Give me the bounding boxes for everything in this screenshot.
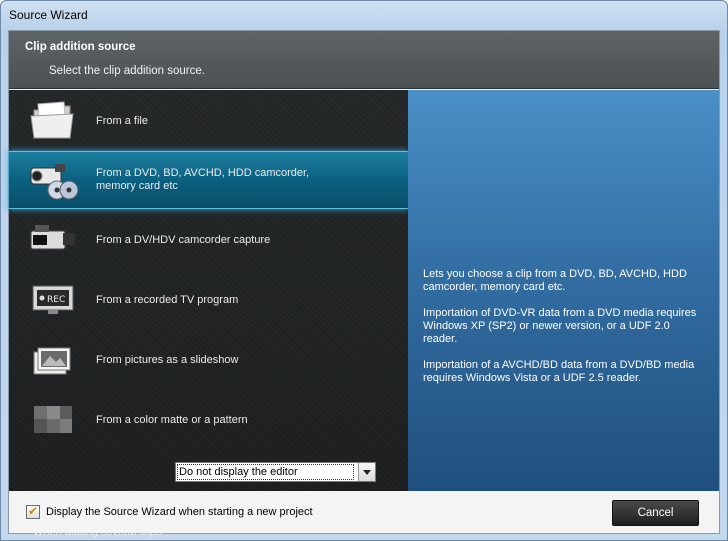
dv-camcorder-icon (27, 218, 79, 262)
header-subtitle: Select the clip addition source. (49, 65, 205, 77)
option-label: From a DVD, BD, AVCHD, HDD camcorder, me… (96, 167, 310, 192)
description-paragraph: Importation of a AVCHD/BD data from a DV… (423, 359, 695, 384)
svg-text:REC: REC (47, 295, 65, 305)
option-label: From a recorded TV program (96, 293, 239, 306)
editor-display-dropdown[interactable]: Do not display the editor (175, 462, 376, 482)
dropdown-selected-value: Do not display the editor (177, 464, 354, 480)
dialog-footer: Display the Source Wizard when starting … (9, 491, 719, 533)
tv-rec-icon: REC (27, 278, 79, 322)
dialog-client-area: Clip addition source Select the clip add… (8, 30, 720, 538)
show-wizard-checkbox[interactable] (26, 504, 40, 519)
dialog-header: Clip addition source Select the clip add… (9, 31, 719, 89)
option-from-file[interactable]: From a file (9, 92, 408, 150)
option-label: From a file (96, 114, 148, 127)
pictures-icon (27, 338, 79, 382)
description-text: Lets you choose a clip from a DVD, BD, A… (423, 268, 705, 398)
description-paragraph: Importation of DVD-VR data from a DVD me… (423, 307, 697, 345)
option-from-dv-hdv-capture[interactable]: From a DV/HDV camcorder capture (9, 211, 408, 269)
option-from-color-matte[interactable]: From a color matte or a pattern (9, 391, 408, 449)
chevron-down-icon[interactable] (358, 463, 375, 481)
description-panel: Lets you choose a clip from a DVD, BD, A… (408, 90, 719, 491)
description-paragraph: Lets you choose a clip from a DVD, BD, A… (423, 268, 687, 293)
source-options-list: From a file From a DVD, BD, AVCHD, HDD c… (9, 90, 408, 538)
header-title: Clip addition source (25, 41, 136, 53)
cancel-button[interactable]: Cancel (612, 500, 699, 526)
color-matte-icon (27, 398, 79, 442)
option-label: From a color matte or a pattern (96, 413, 248, 426)
title-bar[interactable]: Source Wizard (1, 1, 727, 29)
folder-icon (27, 99, 79, 143)
option-label: From a DV/HDV camcorder capture (96, 233, 271, 246)
option-label: From pictures as a slideshow (96, 353, 239, 366)
source-wizard-window: Source Wizard Clip addition source Selec… (0, 0, 728, 541)
option-from-recorded-tv[interactable]: REC From a recorded TV program (9, 271, 408, 329)
window-title: Source Wizard (9, 8, 88, 22)
show-wizard-checkbox-label[interactable]: Display the Source Wizard when starting … (46, 506, 313, 518)
option-from-dvd-bd-avchd[interactable]: From a DVD, BD, AVCHD, HDD camcorder, me… (9, 151, 408, 209)
camcorder-disc-icon (27, 158, 79, 202)
option-from-pictures-slideshow[interactable]: From pictures as a slideshow (9, 331, 408, 389)
